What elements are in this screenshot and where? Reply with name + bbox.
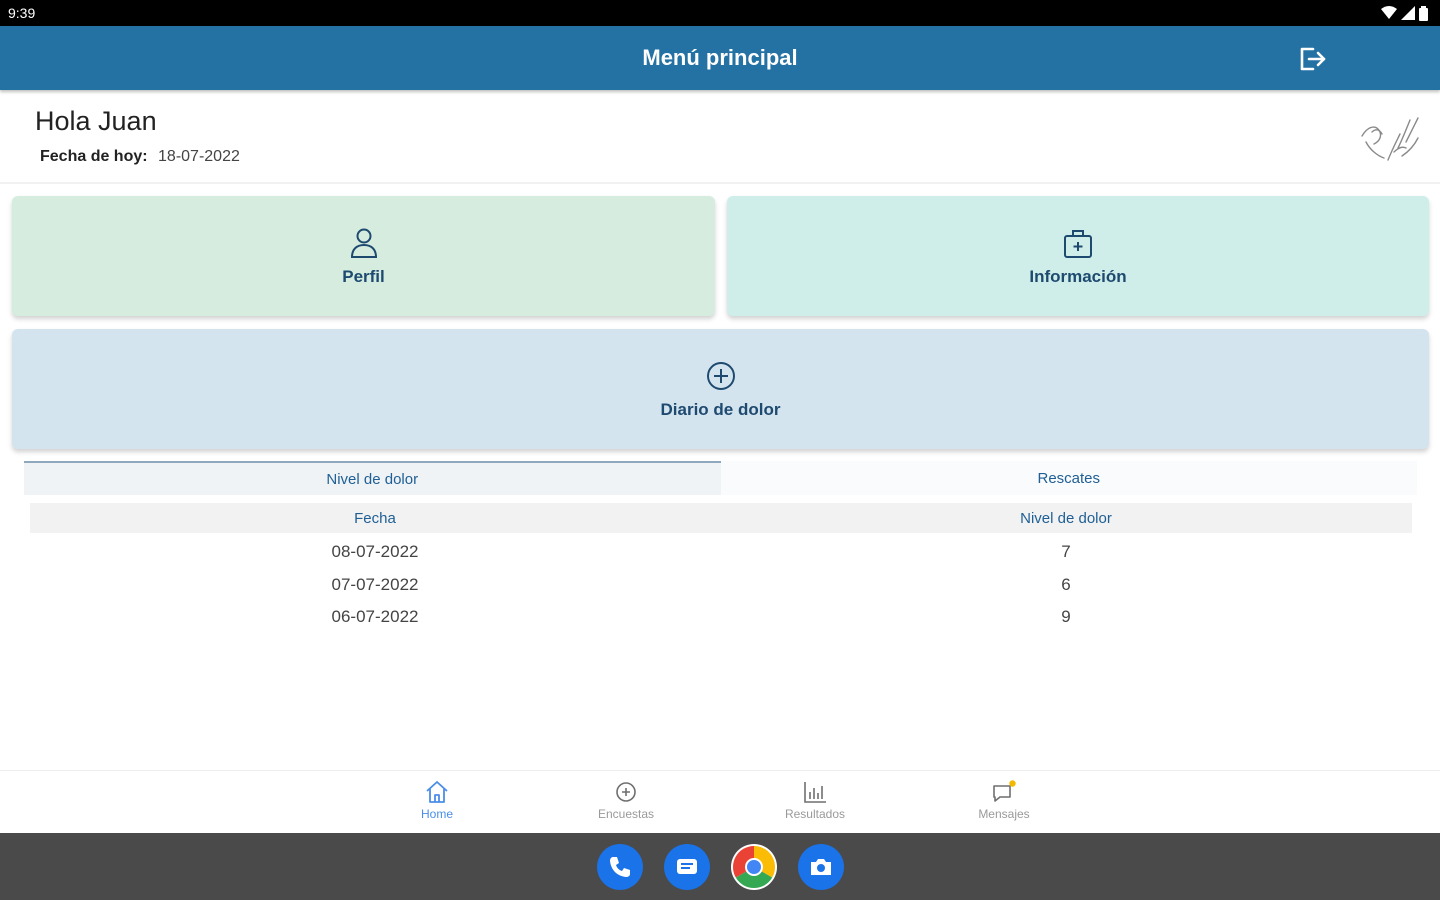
app-bar: Menú principal xyxy=(0,26,1440,90)
status-bar: 9:39 xyxy=(0,0,1440,26)
status-time: 9:39 xyxy=(8,5,36,21)
column-header-fecha: Fecha xyxy=(354,509,396,527)
nav-home[interactable]: Home xyxy=(387,779,487,821)
nav-resultados[interactable]: Resultados xyxy=(765,779,865,821)
table-row: 06-07-2022 9 xyxy=(30,601,1412,634)
greeting-section: Hola Juan Fecha de hoy: 18-07-2022 xyxy=(0,92,1440,184)
today-date: Fecha de hoy: 18-07-2022 xyxy=(40,148,240,166)
signal-icon xyxy=(1401,6,1415,20)
plus-circle-icon xyxy=(616,782,636,802)
nav-mensajes-label: Mensajes xyxy=(978,807,1030,821)
table-row: 07-07-2022 6 xyxy=(30,569,1412,602)
person-icon xyxy=(350,228,377,258)
medical-kit-icon xyxy=(1064,230,1092,258)
tab-rescates[interactable]: Rescates xyxy=(720,461,1417,495)
nav-encuestas[interactable]: Encuestas xyxy=(576,779,676,821)
status-icons xyxy=(1381,5,1428,21)
plus-circle-icon xyxy=(706,362,735,390)
table-row: 08-07-2022 7 xyxy=(30,536,1412,569)
battery-icon xyxy=(1419,5,1428,21)
nav-encuestas-label: Encuestas xyxy=(597,807,655,821)
diario-card[interactable]: Diario de dolor xyxy=(12,329,1429,449)
cell-fecha: 06-07-2022 xyxy=(331,607,419,627)
informacion-label: Información xyxy=(1029,267,1127,286)
diario-label: Diario de dolor xyxy=(660,400,781,419)
informacion-card[interactable]: Información xyxy=(727,196,1429,316)
table-body: 08-07-2022 7 07-07-2022 6 06-07-2022 9 xyxy=(30,536,1412,634)
cell-nivel: 6 xyxy=(1061,574,1071,594)
messages-app-icon[interactable] xyxy=(664,844,710,890)
chrome-app-icon[interactable] xyxy=(731,844,777,890)
logout-button[interactable] xyxy=(1296,42,1330,76)
logout-icon xyxy=(1300,47,1326,71)
wifi-icon xyxy=(1381,6,1397,19)
history-tabs: Nivel de dolor Rescates xyxy=(24,461,1417,495)
page-title: Menú principal xyxy=(642,45,798,70)
date-label: Fecha de hoy: xyxy=(40,148,148,165)
column-header-nivel: Nivel de dolor xyxy=(1020,509,1112,527)
phone-app-icon[interactable] xyxy=(597,844,643,890)
cell-nivel: 9 xyxy=(1061,607,1071,627)
cell-fecha: 08-07-2022 xyxy=(331,542,419,562)
tab-nivel-de-dolor[interactable]: Nivel de dolor xyxy=(24,461,721,495)
message-icon xyxy=(993,780,1016,802)
greeting-text: Hola Juan xyxy=(35,106,157,136)
camera-app-icon[interactable] xyxy=(798,844,844,890)
cell-nivel: 7 xyxy=(1061,542,1071,562)
table-header: Fecha Nivel de dolor xyxy=(30,503,1412,533)
date-value: 18-07-2022 xyxy=(158,148,240,165)
nav-mensajes[interactable]: Mensajes xyxy=(954,779,1054,821)
hands-logo-icon xyxy=(1361,117,1419,161)
nav-resultados-label: Resultados xyxy=(784,807,846,821)
cell-fecha: 07-07-2022 xyxy=(331,574,419,594)
bottom-navigation: Home Encuestas Resultados Mensajes xyxy=(0,770,1440,833)
home-icon xyxy=(426,781,448,803)
perfil-label: Perfil xyxy=(342,267,385,286)
perfil-card[interactable]: Perfil xyxy=(12,196,715,316)
bar-chart-icon xyxy=(804,782,826,803)
nav-home-label: Home xyxy=(420,807,453,821)
system-dock xyxy=(0,833,1440,900)
